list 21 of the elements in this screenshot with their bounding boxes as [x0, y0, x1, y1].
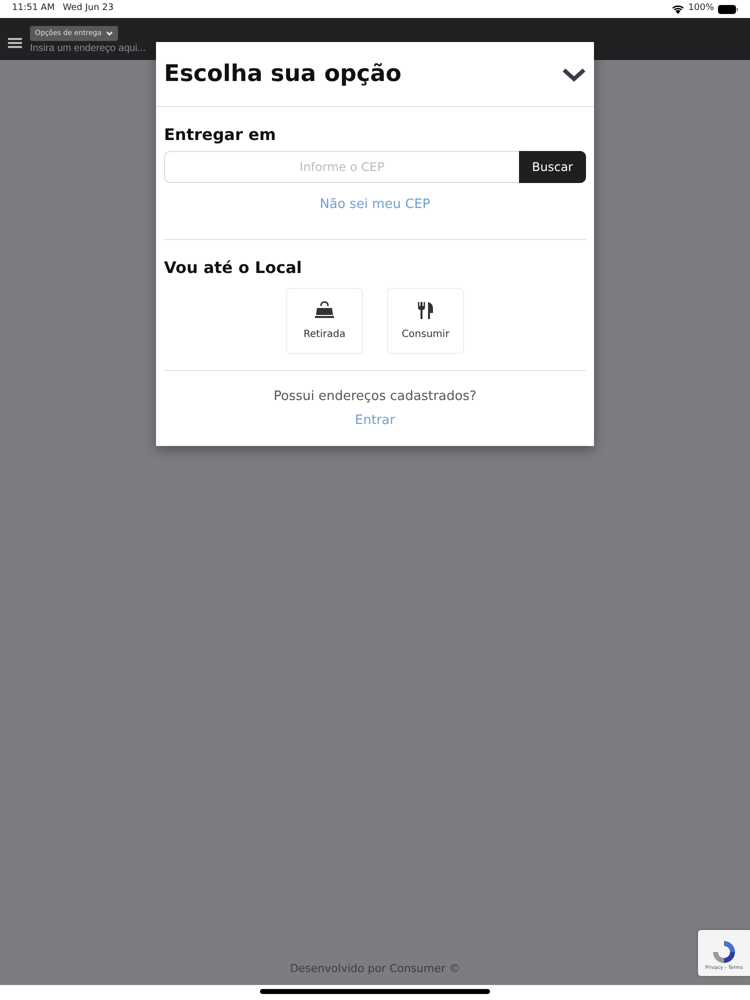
battery-level: 100% [688, 2, 714, 16]
bag-icon [315, 300, 334, 318]
footer-text: Desenvolvido por Consumer © [290, 960, 460, 976]
address-text[interactable]: Insira um endereço aqui... [30, 40, 146, 56]
section-heading: Vou até o Local [164, 257, 303, 279]
battery-icon [718, 4, 738, 14]
recaptcha-icon [711, 938, 737, 964]
status-date: Wed Jun 23 [62, 2, 114, 16]
cutlery-icon [416, 300, 435, 318]
section-heading: Entregar em [164, 124, 277, 146]
question-text: Possui endereços cadastrados? [274, 388, 476, 406]
modal-title: Escolha sua opção [164, 60, 402, 89]
option-button[interactable]: Consumir [387, 288, 464, 354]
chevron-down-icon [562, 66, 586, 83]
caret-icon [106, 30, 112, 36]
option-button[interactable]: Retirada [286, 288, 363, 354]
wifi-icon [672, 4, 684, 14]
status-time: 11:51 AM [12, 2, 55, 16]
search-button[interactable]: Buscar [519, 151, 586, 183]
cep-input-field[interactable]: Informe o CEP [164, 151, 520, 183]
menu-icon [8, 36, 22, 49]
